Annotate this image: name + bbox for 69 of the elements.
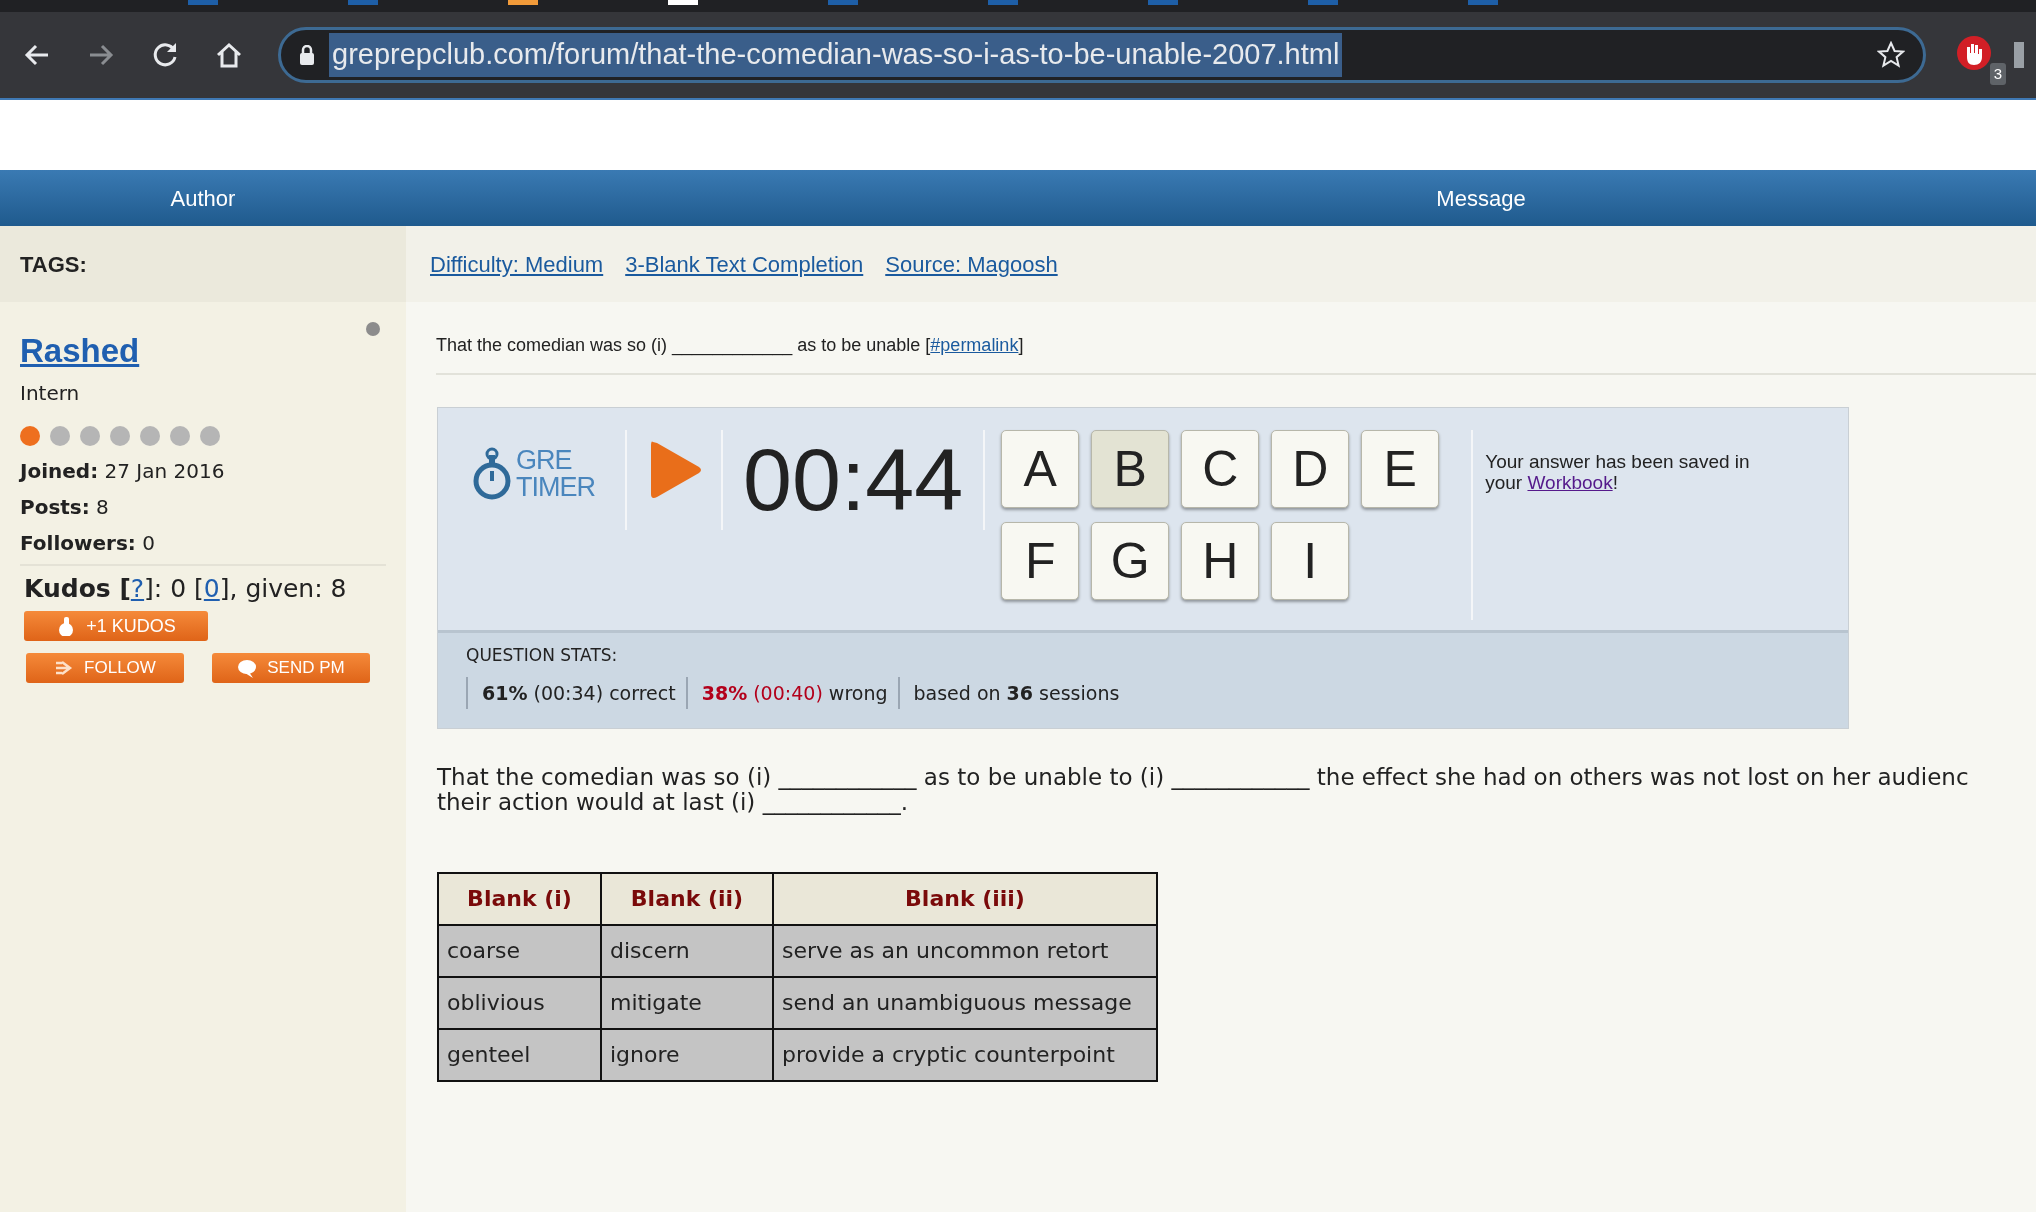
stats-title: QUESTION STATS: <box>466 644 619 667</box>
answer-choice[interactable]: A <box>1001 430 1080 508</box>
stat-text: 38% (00:40) wrong <box>685 676 898 709</box>
tab-favicon-icon[interactable] <box>508 0 538 5</box>
table-cell: genteel <box>438 1028 601 1081</box>
speech-bubble-icon <box>237 658 258 678</box>
table-cell: provide a cryptic counterpoint <box>773 1028 1157 1081</box>
question-text: their action would at last (i) ____________. <box>437 790 908 816</box>
answer-choice[interactable]: D <box>1271 430 1350 508</box>
kudos-link[interactable]: 0 <box>203 573 220 603</box>
table-cell: send an unambiguous message <box>773 976 1157 1029</box>
tab-favicon-icon[interactable] <box>1148 0 1178 5</box>
lock-icon <box>299 45 315 65</box>
tab-favicon-icon[interactable] <box>668 0 698 5</box>
column-header: Author <box>169 184 237 213</box>
question-text: That the comedian was so (i) ____________ as to be unable to (i) ____________ the effect she had on others was not lost on her audienc <box>437 765 1970 791</box>
logo-text: TIMER <box>516 474 595 501</box>
answer-choice[interactable]: B <box>1091 430 1170 508</box>
bracket-text: ] <box>1018 335 1024 355</box>
tag-link[interactable]: Difficulty: Medium <box>430 247 604 281</box>
help-link[interactable]: ? <box>130 573 145 603</box>
profile-fact: Joined: 27 Jan 2016 <box>20 457 226 485</box>
answer-choice[interactable]: H <box>1181 522 1260 600</box>
answer-choice[interactable]: F <box>1001 522 1080 600</box>
stat-text: 61% (00:34) correct <box>466 676 686 709</box>
table-cell: coarse <box>438 924 601 977</box>
table-cell: serve as an uncommon retort <box>773 924 1157 977</box>
column-header: Blank (i) <box>438 872 601 925</box>
profile-fact: Followers: 0 <box>20 529 156 557</box>
home-icon[interactable] <box>214 40 244 70</box>
tag-link[interactable]: Source: Magoosh <box>885 247 1058 281</box>
stopwatch-icon <box>472 447 512 501</box>
answer-choice[interactable]: C <box>1181 430 1260 508</box>
post-intro: That the comedian was so (i) ____________ as to be unable [ <box>436 335 931 355</box>
table-cell: oblivious <box>438 976 601 1029</box>
stat-text: based on 36 sessions <box>897 676 1130 709</box>
column-header: Blank (iii) <box>773 872 1157 925</box>
table-cell: discern <box>601 924 773 977</box>
tab-favicon-icon[interactable] <box>1468 0 1498 5</box>
column-header: Message <box>1435 184 1527 213</box>
timer-display: 00:44 <box>742 430 965 530</box>
answer-choice[interactable]: I <box>1271 522 1350 600</box>
kudos-label: Kudos [ <box>24 573 131 603</box>
username-link[interactable]: Rashed <box>20 326 140 376</box>
saved-message: Your answer has been saved in your Workbook! <box>1484 450 1751 494</box>
tag-link[interactable]: 3-Blank Text Completion <box>625 247 864 281</box>
logo-text: GRE <box>516 447 573 474</box>
star-icon[interactable] <box>1877 41 1905 69</box>
extension-badge: 3 <box>1989 62 2006 85</box>
tags-label: TAGS: <box>0 226 406 302</box>
tab-favicon-icon[interactable] <box>348 0 378 5</box>
tab-favicon-icon[interactable] <box>988 0 1018 5</box>
column-header: Blank (ii) <box>601 872 773 925</box>
hand-icon[interactable] <box>1956 35 1992 71</box>
permalink-link[interactable]: #permalink <box>930 335 1019 355</box>
tab-favicon-icon[interactable] <box>188 0 218 5</box>
address-bar[interactable]: greprepclub.com/forum/that-the-comedian-was-so-i-as-to-be-unable-2007.html <box>278 27 1926 83</box>
tab-favicon-icon[interactable] <box>828 0 858 5</box>
answer-choice[interactable]: G <box>1091 522 1170 600</box>
profile-fact: Posts: 8 <box>20 493 110 521</box>
tab-favicon-icon[interactable] <box>1308 0 1338 5</box>
url-text: greprepclub.com/forum/that-the-comedian-was-so-i-as-to-be-unable-2007.html <box>329 33 1343 77</box>
rank-text: Intern <box>20 379 81 407</box>
answer-choice[interactable]: E <box>1361 430 1440 508</box>
table-cell: mitigate <box>601 976 773 1029</box>
kudos-count: ]: 0 [ <box>144 573 204 603</box>
kudos-given: ], given: 8 <box>219 573 347 603</box>
workbook-link[interactable]: Workbook <box>1527 471 1613 493</box>
table-cell: ignore <box>601 1028 773 1081</box>
